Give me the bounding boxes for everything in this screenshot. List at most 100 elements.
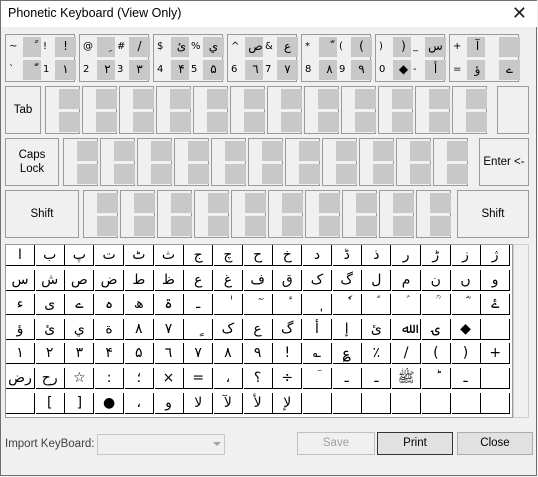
palette-cell[interactable] — [451, 392, 481, 414]
palette-cell[interactable]: ض — [95, 269, 125, 291]
number-row-key[interactable]: *ّ((8۸9۹ — [301, 34, 372, 82]
enter-key[interactable]: Enter <- — [479, 138, 529, 186]
palette-cell[interactable]: ؛ — [124, 368, 154, 389]
palette-cell[interactable]: ژ — [481, 245, 511, 266]
palette-cell[interactable]: ٗ — [332, 294, 362, 316]
palette-cell[interactable]: ٰ — [213, 294, 243, 316]
palette-cell[interactable]: ٹ — [124, 245, 154, 266]
close-button[interactable]: Close — [457, 432, 533, 455]
palette-cell[interactable]: ٓ — [243, 294, 273, 316]
palette-cell[interactable]: ۵ — [124, 343, 154, 365]
palette-cell[interactable]: س — [6, 269, 35, 291]
letter-key[interactable] — [304, 86, 339, 134]
number-row-key[interactable]: ^ ص & ع 6 ٦ 7 ۷ — [227, 34, 298, 82]
palette-cell[interactable]: ؐ — [362, 294, 392, 316]
palette-cell[interactable]: ف — [243, 269, 273, 291]
tab-key[interactable]: Tab — [5, 86, 41, 134]
palette-cell[interactable]: ؟ — [243, 368, 273, 389]
palette-cell[interactable]: + — [481, 343, 511, 365]
palette-cell[interactable]: ب — [35, 245, 65, 266]
palette-cell[interactable]: ر — [392, 245, 422, 266]
palette-cell[interactable]: م — [392, 269, 422, 291]
palette-cell[interactable]: د — [303, 245, 332, 266]
letter-key[interactable] — [194, 190, 229, 238]
palette-cell[interactable]: ؓ — [451, 294, 481, 316]
palette-cell[interactable]: ڑ — [421, 245, 451, 266]
letter-key[interactable] — [342, 190, 377, 238]
palette-cell[interactable]: رح — [35, 368, 65, 389]
palette-cell[interactable]: ل — [362, 269, 392, 291]
left-shift-key[interactable]: Shift — [5, 190, 79, 238]
palette-cell[interactable]: ؎ — [303, 343, 332, 365]
letter-key[interactable] — [416, 190, 451, 238]
palette-cell[interactable]: لآ — [213, 392, 243, 414]
palette-cell[interactable]: ج — [184, 245, 214, 266]
number-row-key[interactable]: @ِ#/2۲3۳ — [79, 34, 150, 82]
palette-cell[interactable]: ا — [6, 245, 35, 266]
letter-key[interactable] — [268, 190, 303, 238]
palette-cell[interactable]: ۃ — [154, 294, 184, 316]
palette-cell[interactable]: ؑ — [392, 294, 422, 316]
palette-cell[interactable]: إ — [332, 318, 362, 340]
palette-cell[interactable]: ط — [124, 269, 154, 291]
letter-key[interactable] — [415, 86, 450, 134]
palette-cell[interactable]: ن — [421, 269, 451, 291]
palette-cell[interactable] — [392, 392, 422, 414]
letter-key[interactable] — [45, 86, 80, 134]
palette-cell[interactable]: ء — [6, 294, 35, 316]
letter-key[interactable] — [211, 138, 246, 186]
letter-key[interactable] — [156, 86, 191, 134]
letter-key[interactable] — [120, 190, 155, 238]
import-keyboard-combo[interactable] — [97, 434, 225, 455]
palette-cell[interactable] — [6, 392, 35, 414]
palette-cell[interactable]: ۷ — [154, 318, 184, 340]
palette-cell[interactable]: ٍ — [184, 318, 214, 340]
palette-scrollbar[interactable] — [513, 244, 529, 418]
palette-cell[interactable]: ـ — [184, 294, 214, 316]
letter-key[interactable] — [285, 138, 320, 186]
palette-cell[interactable]: ] — [65, 392, 95, 414]
letter-key[interactable] — [433, 138, 468, 186]
palette-cell[interactable]: و — [154, 392, 184, 414]
palette-cell[interactable]: ـ — [451, 368, 481, 389]
palette-cell[interactable]: ۹ — [243, 343, 273, 365]
palette-cell[interactable]: ں — [451, 269, 481, 291]
palette-cell[interactable]: ) — [451, 343, 481, 365]
palette-cell[interactable]: ح — [243, 245, 273, 266]
letter-key[interactable] — [137, 138, 172, 186]
letter-key[interactable] — [63, 138, 98, 186]
letter-key[interactable] — [174, 138, 209, 186]
palette-cell[interactable]: ک — [213, 318, 243, 340]
letter-key[interactable] — [83, 190, 118, 238]
letter-key[interactable] — [359, 138, 394, 186]
letter-key[interactable] — [193, 86, 228, 134]
palette-cell[interactable]: لأ — [243, 392, 273, 414]
palette-cell[interactable]: ظ — [154, 269, 184, 291]
palette-cell[interactable]: ۲ — [35, 343, 65, 365]
letter-key[interactable] — [341, 86, 376, 134]
right-shift-key[interactable]: Shift — [457, 190, 529, 238]
palette-cell[interactable]: ◆ — [451, 318, 481, 340]
palette-cell[interactable]: ہ — [95, 294, 125, 316]
letter-key[interactable] — [82, 86, 117, 134]
letter-key[interactable] — [248, 138, 283, 186]
palette-cell[interactable]: ڈ — [332, 245, 362, 266]
palette-cell[interactable]: خ — [273, 245, 303, 266]
palette-cell[interactable]: ئ — [362, 318, 392, 340]
number-row-key[interactable]: + آ = ؤ ے — [449, 34, 520, 82]
letter-key[interactable] — [157, 190, 192, 238]
palette-cell[interactable] — [332, 392, 362, 414]
palette-cell[interactable]: ٔ — [273, 294, 303, 316]
number-row-key[interactable]: ~ً!!`ّ1۱ — [5, 34, 76, 82]
palette-cell[interactable]: ۴ — [95, 343, 125, 365]
palette-cell[interactable]: ● — [95, 392, 125, 414]
letter-key[interactable] — [100, 138, 135, 186]
close-icon[interactable]: ✕ — [512, 3, 527, 24]
palette-cell[interactable]: = — [184, 368, 214, 389]
palette-cell[interactable]: ۱ — [6, 343, 35, 365]
palette-cell[interactable]: ( — [421, 343, 451, 365]
palette-cell[interactable]: ک — [303, 269, 332, 291]
palette-cell[interactable] — [481, 318, 511, 340]
palette-cell[interactable]: ÷ — [273, 368, 303, 389]
palette-cell[interactable]: ٪ — [362, 343, 392, 365]
